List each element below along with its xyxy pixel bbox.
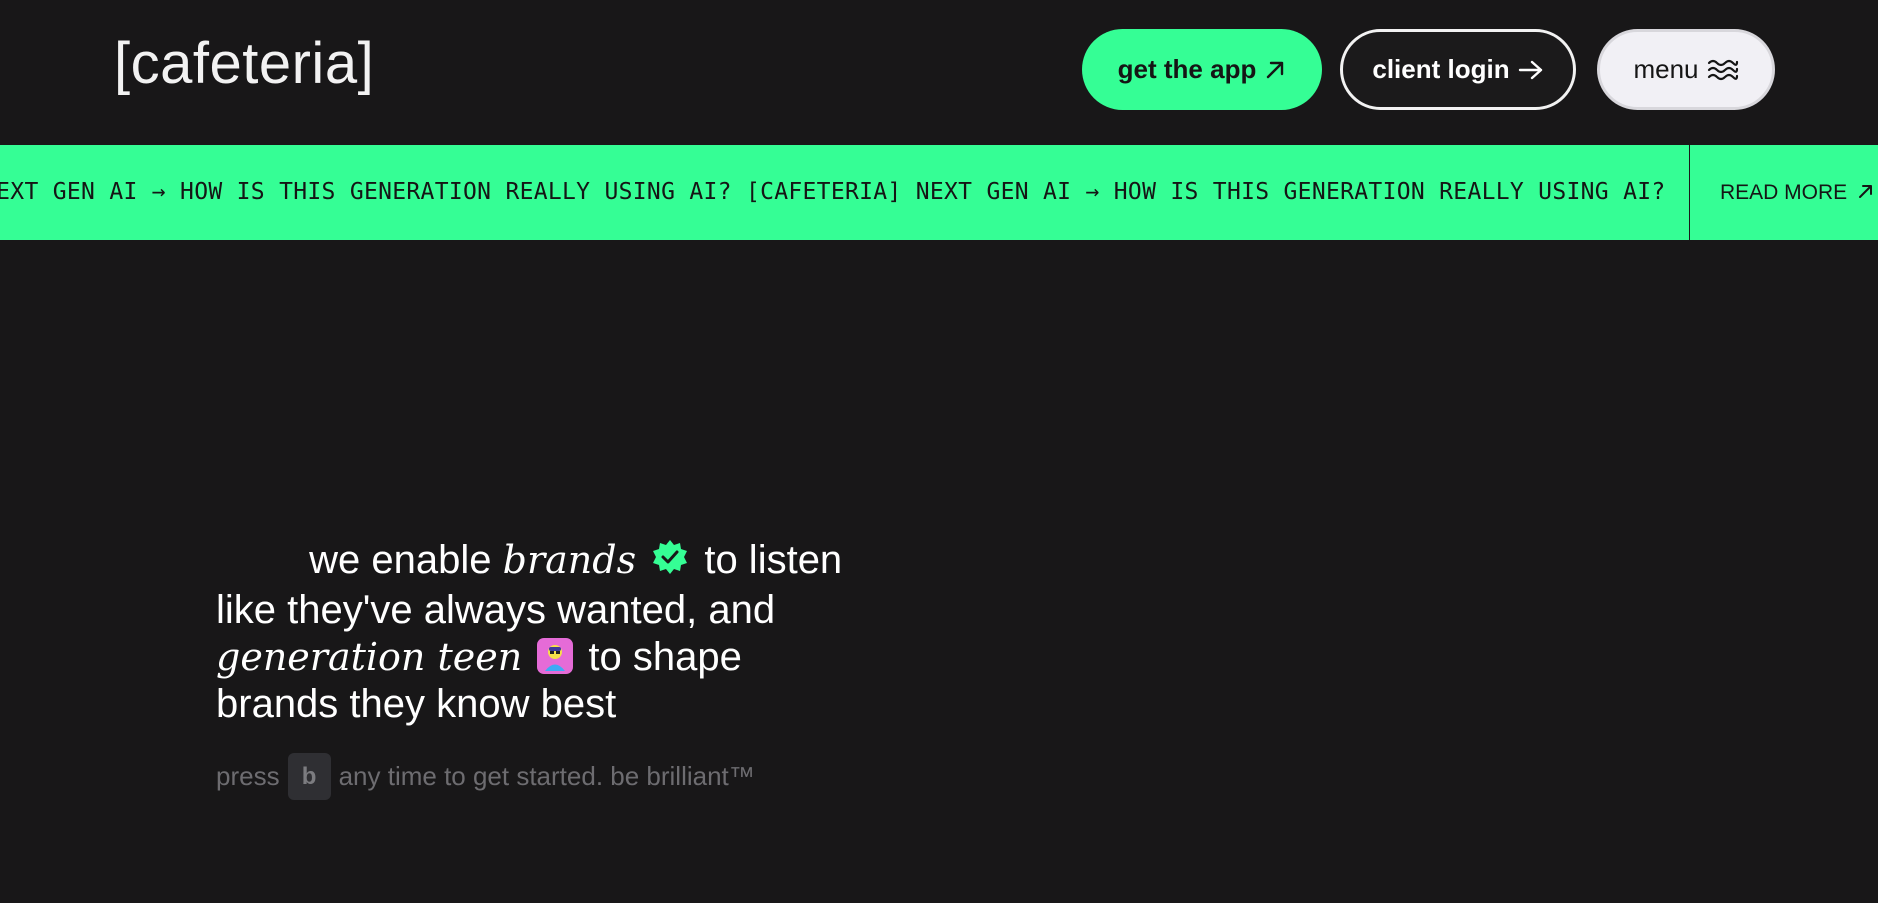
- menu-button[interactable]: menu: [1597, 29, 1775, 110]
- hero-generation-teen-italic: generation teen: [216, 634, 523, 679]
- client-login-label: client login: [1372, 54, 1510, 84]
- arrow-up-right-icon: [1264, 59, 1286, 81]
- hero-line-1: we enable brands to listen: [216, 537, 856, 587]
- hint-after: any time to get started. be brilliant™: [338, 761, 755, 791]
- wave-menu-icon: [1707, 57, 1739, 83]
- verified-badge-icon: [651, 538, 689, 587]
- news-ticker: NEXT GEN AI → HOW IS THIS GENERATION REA…: [0, 145, 1878, 240]
- client-login-button[interactable]: client login: [1340, 29, 1576, 110]
- get-the-app-label: get the app: [1117, 54, 1257, 84]
- hero-statement: we enable brands to listen like they've …: [216, 537, 856, 728]
- hero-text: we enable: [309, 538, 492, 582]
- hero-line-4: brands they know best: [216, 681, 617, 726]
- keyboard-hint: press b any time to get started. be bril…: [216, 753, 755, 800]
- menu-label: menu: [1633, 54, 1699, 84]
- hero-line-3: generation teen to shape: [216, 634, 856, 681]
- hero-brands-italic: brands: [502, 538, 637, 582]
- hero-line-2: like they've always wanted, and: [216, 587, 776, 632]
- hint-before: press: [216, 761, 280, 791]
- arrow-up-right-icon: [1857, 146, 1874, 240]
- teen-avatar-icon: [537, 638, 574, 675]
- hero-text: to listen: [704, 538, 843, 582]
- ticker-text[interactable]: NEXT GEN AI → HOW IS THIS GENERATION REA…: [0, 145, 1666, 240]
- ticker-track: NEXT GEN AI → HOW IS THIS GENERATION REA…: [0, 145, 1689, 240]
- read-more-label: READ MORE: [1720, 181, 1848, 204]
- arrow-right-icon: [1518, 59, 1544, 81]
- logo[interactable]: [cafeteria]: [114, 28, 374, 100]
- site-header: [cafeteria] get the app client login men…: [0, 0, 1878, 145]
- get-the-app-button[interactable]: get the app: [1082, 29, 1322, 110]
- ticker-divider: [1689, 145, 1690, 240]
- keyboard-key-b[interactable]: b: [287, 753, 331, 800]
- read-more-link[interactable]: READ MORE: [1720, 145, 1874, 240]
- hero-text: to shape: [588, 634, 742, 679]
